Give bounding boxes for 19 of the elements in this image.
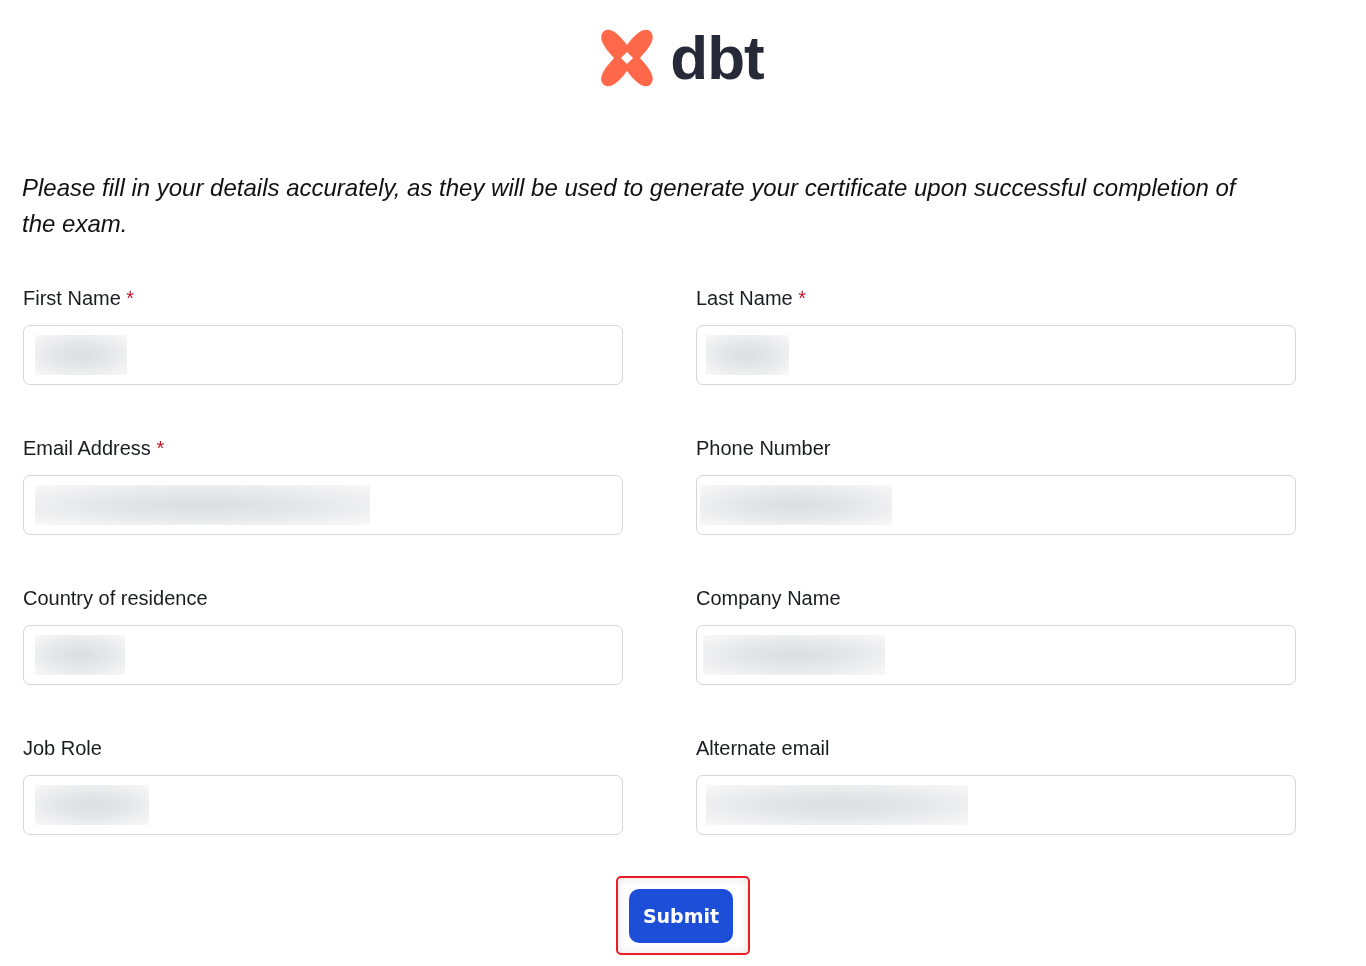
input-field[interactable] — [23, 775, 623, 835]
input-field[interactable] — [696, 625, 1296, 685]
field-label: Phone Number — [696, 436, 831, 460]
field-label: Company Name — [696, 586, 841, 610]
submit-button[interactable]: Submit — [629, 888, 733, 943]
field-label: First Name * — [23, 286, 135, 310]
intro-text: Please fill in your details accurately, as they will be used to generate your certificate upon successful completion of the exam. — [22, 173, 1239, 239]
field-label: Last Name * — [696, 286, 807, 310]
input-field[interactable] — [696, 325, 1296, 385]
input-field[interactable] — [23, 325, 623, 385]
field-label: Alternate email — [696, 736, 830, 760]
logo-text: dbt — [670, 27, 764, 89]
field-label: Country of residence — [23, 586, 208, 610]
field-label: Job Role — [23, 736, 102, 760]
input-field[interactable] — [696, 775, 1296, 835]
input-field[interactable] — [23, 475, 623, 535]
input-field[interactable] — [23, 625, 623, 685]
input-field[interactable] — [696, 475, 1296, 535]
field-label: Email Address * — [23, 436, 165, 460]
